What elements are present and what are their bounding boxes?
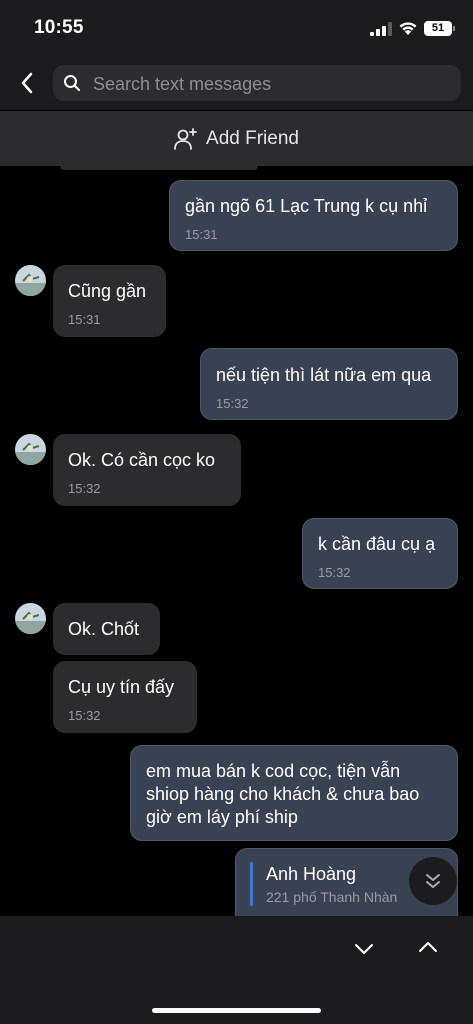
battery-indicator: 51 [424,21,452,36]
battery-tip [453,26,455,31]
message-line-1: em mua bán k cod cọc, tiện vẫn [146,761,401,781]
chevron-down-icon [355,944,373,954]
search-bar[interactable] [53,65,461,103]
header [0,58,473,110]
message-list[interactable]: gần ngõ 61 Lạc Trung k cụ nhỉ 15:31 Cũng… [0,166,473,916]
add-friend-button[interactable]: Add Friend [0,111,473,166]
contact-accent-bar [250,862,253,906]
message-time: 15:32 [68,708,101,723]
outgoing-message[interactable]: em mua bán k cod cọc, tiện vẫn shiop hàn… [130,745,458,841]
contact-name: Anh Hoàng [266,864,357,884]
message-line-2: shiop hàng cho khách & chưa bao [146,784,420,804]
next-result-button[interactable] [350,935,378,963]
add-person-icon [174,127,197,150]
add-friend-label: Add Friend [206,127,299,149]
chevron-left-icon [21,72,33,94]
message-text: Cũng gần [68,281,147,301]
contact-address: 221 phố Thanh Nhàn [266,889,398,905]
message-time: 15:32 [216,396,249,411]
wifi-icon [399,22,417,35]
message-text: Ok. Có cần cọc ko [68,450,216,470]
outgoing-message[interactable]: nếu tiện thì lát nữa em qua 15:32 [200,348,458,420]
contact-avatar-image [15,265,46,296]
signal-icon [370,22,392,36]
message-line-3: giờ em láy phí ship [146,807,298,827]
status-time: 10:55 [34,17,84,38]
outgoing-message[interactable]: gần ngõ 61 Lạc Trung k cụ nhỉ 15:31 [169,180,458,251]
message-time: 15:31 [68,312,101,327]
back-button[interactable] [14,70,40,96]
search-icon [64,75,80,91]
home-indicator[interactable] [152,1008,321,1013]
avatar[interactable] [15,603,46,634]
message-time: 15:31 [185,227,218,242]
message-time: 15:32 [318,565,351,580]
double-chevron-down-icon [426,874,440,888]
incoming-message[interactable]: Cũng gần 15:31 [53,265,166,337]
incoming-message[interactable]: Ok. Chốt [53,603,160,655]
search-input[interactable] [91,65,455,103]
partial-message-bubble [60,166,258,170]
message-text: k cần đâu cụ ạ [318,534,436,554]
avatar[interactable] [15,265,46,296]
message-time: 15:32 [68,481,101,496]
message-text: nếu tiện thì lát nữa em qua [216,365,432,385]
scroll-to-bottom-button[interactable] [409,857,457,905]
incoming-message[interactable]: Ok. Có cần cọc ko 15:32 [53,434,241,506]
message-text: Cụ uy tín đấy [68,677,175,697]
contact-avatar-image [15,434,46,465]
chevron-up-icon [419,942,437,952]
message-text: Ok. Chốt [68,619,140,639]
avatar[interactable] [15,434,46,465]
outgoing-message[interactable]: k cần đâu cụ ạ 15:32 [302,518,458,589]
previous-result-button[interactable] [414,933,442,961]
incoming-message[interactable]: Cụ uy tín đấy 15:32 [53,661,197,733]
status-bar: 10:55 51 [0,0,473,58]
message-text: gần ngõ 61 Lạc Trung k cụ nhỉ [185,196,428,216]
contact-avatar-image [15,603,46,634]
